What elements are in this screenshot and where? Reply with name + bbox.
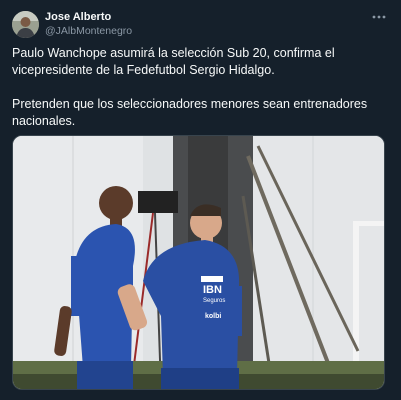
more-horizontal-icon (372, 15, 386, 19)
tweet-photo[interactable]: IBN Seguros kolbi (12, 135, 385, 390)
author-name[interactable]: Jose Alberto (45, 11, 111, 23)
tweet-paragraph-1: Paulo Wanchope asumirá la selección Sub … (12, 46, 335, 77)
more-options-button[interactable] (370, 9, 388, 25)
tweet-card[interactable]: Jose Alberto @JAlbMontenegro Paulo Wanch… (0, 0, 401, 400)
tweet-text: Paulo Wanchope asumirá la selección Sub … (12, 45, 372, 130)
jersey-sponsor-sub: Seguros (203, 298, 225, 304)
avatar-image (12, 11, 39, 38)
jersey-sponsor: IBN (203, 284, 222, 296)
photo-training-scene: IBN Seguros kolbi (13, 136, 384, 389)
jersey-sponsor-2: kolbi (205, 313, 221, 320)
tweet-paragraph-2: Pretenden que los seleccionadores menore… (12, 97, 368, 128)
author-handle[interactable]: @JAlbMontenegro (45, 25, 132, 37)
author-avatar[interactable] (12, 11, 39, 38)
